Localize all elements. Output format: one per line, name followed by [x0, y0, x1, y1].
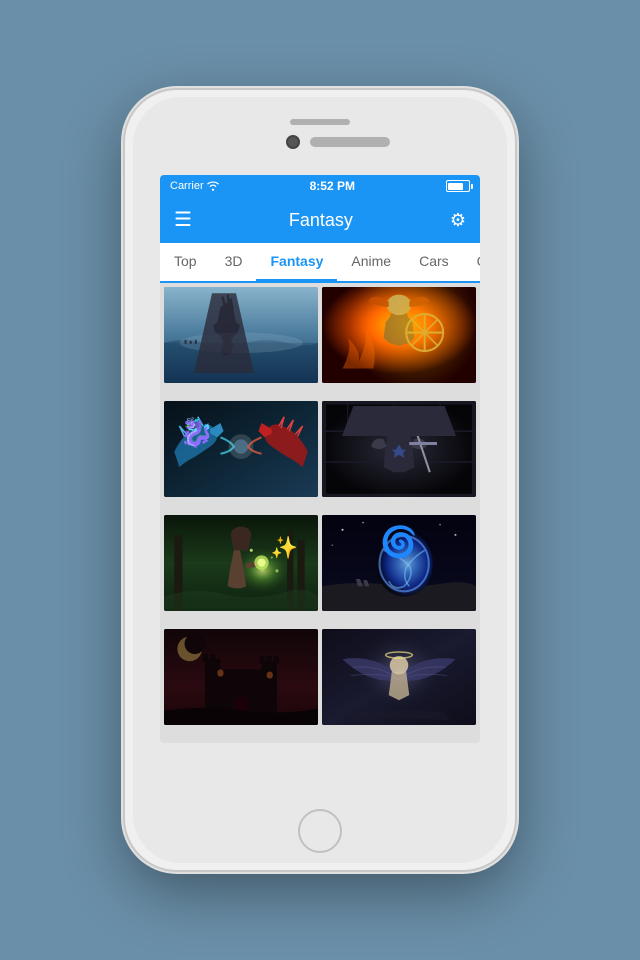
battery-fill — [448, 183, 462, 190]
battery-indicator — [446, 180, 470, 192]
earpiece-speaker — [310, 137, 390, 147]
phone-device: Carrier 8:52 PM ☰ Fantasy — [125, 90, 515, 870]
list-item[interactable] — [322, 629, 476, 725]
front-camera — [286, 135, 300, 149]
status-bar: Carrier 8:52 PM — [160, 175, 480, 197]
tab-fantasy[interactable]: Fantasy — [256, 243, 337, 281]
list-item[interactable] — [164, 629, 318, 725]
status-time: 8:52 PM — [310, 179, 355, 193]
list-item[interactable] — [322, 401, 476, 497]
carrier-info: Carrier — [170, 180, 219, 192]
tab-cars[interactable]: Cars — [405, 243, 463, 281]
list-item[interactable] — [164, 287, 318, 383]
app-header: ☰ Fantasy ⚙ — [160, 197, 480, 243]
battery-bar — [446, 180, 470, 192]
speaker-top — [290, 119, 350, 125]
home-button[interactable] — [298, 809, 342, 853]
list-item[interactable] — [322, 287, 476, 383]
tab-bar: Top 3D Fantasy Anime Cars Girls City Ani… — [160, 243, 480, 283]
carrier-name: Carrier — [170, 180, 204, 192]
list-item[interactable] — [164, 515, 318, 611]
menu-button[interactable]: ☰ — [174, 210, 192, 230]
screen: Carrier 8:52 PM ☰ Fantasy — [160, 175, 480, 743]
list-item[interactable] — [164, 401, 318, 497]
phone-inner: Carrier 8:52 PM ☰ Fantasy — [133, 97, 507, 863]
settings-button[interactable]: ⚙ — [450, 210, 466, 231]
tab-girls[interactable]: Girls — [463, 243, 480, 281]
tab-top[interactable]: Top — [160, 243, 211, 281]
image-grid — [160, 283, 480, 743]
list-item[interactable] — [322, 515, 476, 611]
tab-3d[interactable]: 3D — [211, 243, 257, 281]
tab-anime[interactable]: Anime — [337, 243, 405, 281]
header-title: Fantasy — [289, 210, 353, 231]
wifi-icon — [207, 181, 219, 191]
